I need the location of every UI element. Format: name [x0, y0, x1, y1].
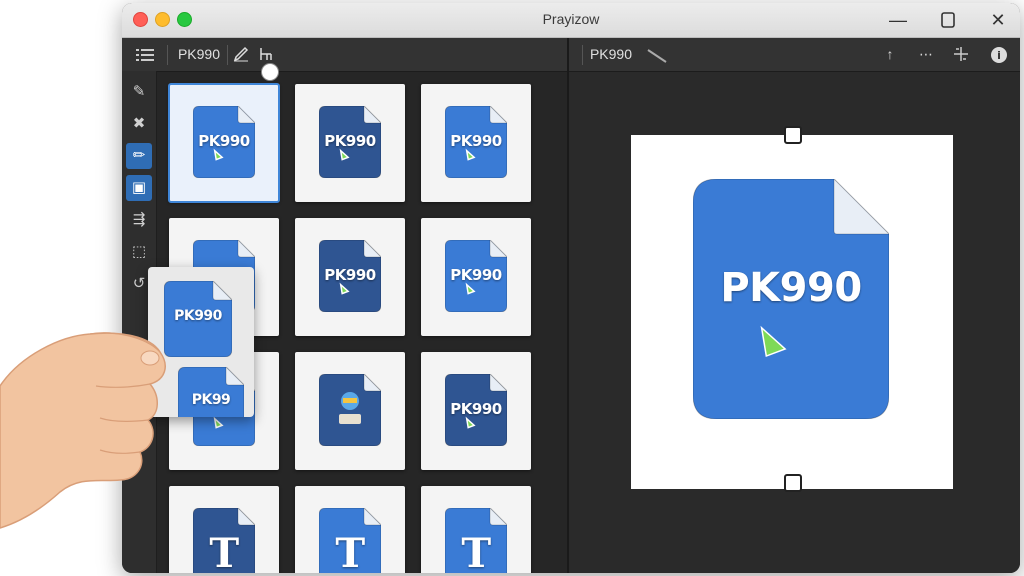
transform-icon[interactable]: ⇶ — [126, 207, 152, 233]
info-icon[interactable]: i — [986, 38, 1012, 71]
thumbnail-item[interactable]: T — [421, 486, 531, 573]
upload-icon[interactable]: ↑ — [877, 38, 903, 71]
file-icon-label: PK990 — [450, 132, 502, 150]
thumbnail-item[interactable]: PK990 — [295, 218, 405, 336]
brush-icon[interactable]: ✏ — [126, 143, 152, 169]
file-icon-label: PK990 — [324, 132, 376, 150]
minimize-icon[interactable]: — — [882, 7, 914, 33]
resize-handle-bottom[interactable] — [784, 474, 802, 492]
file-icon-label: T — [335, 530, 365, 573]
preview-pane: PK990 — [569, 72, 1020, 573]
toolbar-divider — [227, 45, 228, 65]
file-icon-label: PK990 — [450, 266, 502, 284]
file-icon-label: T — [209, 530, 239, 573]
title-bar[interactable]: Prayizow — ✕ — [122, 3, 1020, 38]
preview-canvas: PK990 — [631, 126, 953, 492]
cross-arrows-icon[interactable]: ✖ — [126, 111, 152, 137]
maximize-icon[interactable] — [932, 7, 964, 33]
thumbnail-item[interactable]: T — [295, 486, 405, 573]
file-icon-label: PK99 — [191, 392, 231, 408]
thumbnail-item[interactable]: PK990 — [421, 218, 531, 336]
svg-text:i: i — [997, 49, 1001, 62]
more-icon[interactable]: ⋯ — [913, 38, 939, 71]
left-panel-label[interactable]: PK990 — [176, 38, 222, 71]
app-window: Prayizow — ✕ PK990 PK990 ↑ ⋯ i ✎ ✖ ✏ ▣ ⇶… — [122, 3, 1020, 573]
thumbnail-item[interactable]: T — [169, 486, 279, 573]
select-tool-icon[interactable]: ▣ — [126, 175, 152, 201]
file-icon-label: PK990 — [324, 266, 376, 284]
drag-cursor — [261, 63, 279, 81]
figure-icon — [335, 390, 365, 430]
minimize-traffic-light[interactable] — [155, 12, 170, 27]
file-icon-label: PK990 — [450, 400, 502, 418]
file-icon-label: T — [461, 530, 491, 573]
toolbar: PK990 PK990 ↑ ⋯ i — [122, 38, 1020, 72]
thumbnail-item[interactable]: PK990 — [421, 84, 531, 202]
pen-tool-icon[interactable] — [230, 38, 252, 71]
crop-corners-icon[interactable]: ⬚ — [126, 239, 152, 265]
hand-illustration — [0, 332, 166, 529]
pencil-icon[interactable]: ✎ — [126, 79, 152, 105]
preview-file-icon: PK990 — [693, 179, 893, 425]
zoom-traffic-light[interactable] — [177, 12, 192, 27]
toolbar-divider — [167, 45, 168, 65]
right-panel-label[interactable]: PK990 — [588, 38, 634, 71]
thumbnail-item[interactable]: PK990 — [421, 352, 531, 470]
resize-handle-top[interactable] — [784, 126, 802, 144]
thumbnail-item[interactable]: PK990 — [295, 84, 405, 202]
close-traffic-light[interactable] — [133, 12, 148, 27]
ruler-icon[interactable] — [646, 38, 668, 71]
toolbar-divider — [582, 45, 583, 65]
file-icon-label: PK990 — [720, 265, 862, 311]
thumbnail-item[interactable]: PK990 — [168, 83, 280, 203]
close-icon[interactable]: ✕ — [982, 7, 1014, 33]
menu-icon[interactable] — [132, 38, 158, 71]
thumbnail-item[interactable] — [295, 352, 405, 470]
dragged-file-icon-secondary: PK99 — [178, 367, 244, 417]
layout-icon[interactable] — [948, 38, 974, 71]
file-icon-label: PK990 — [198, 132, 250, 150]
